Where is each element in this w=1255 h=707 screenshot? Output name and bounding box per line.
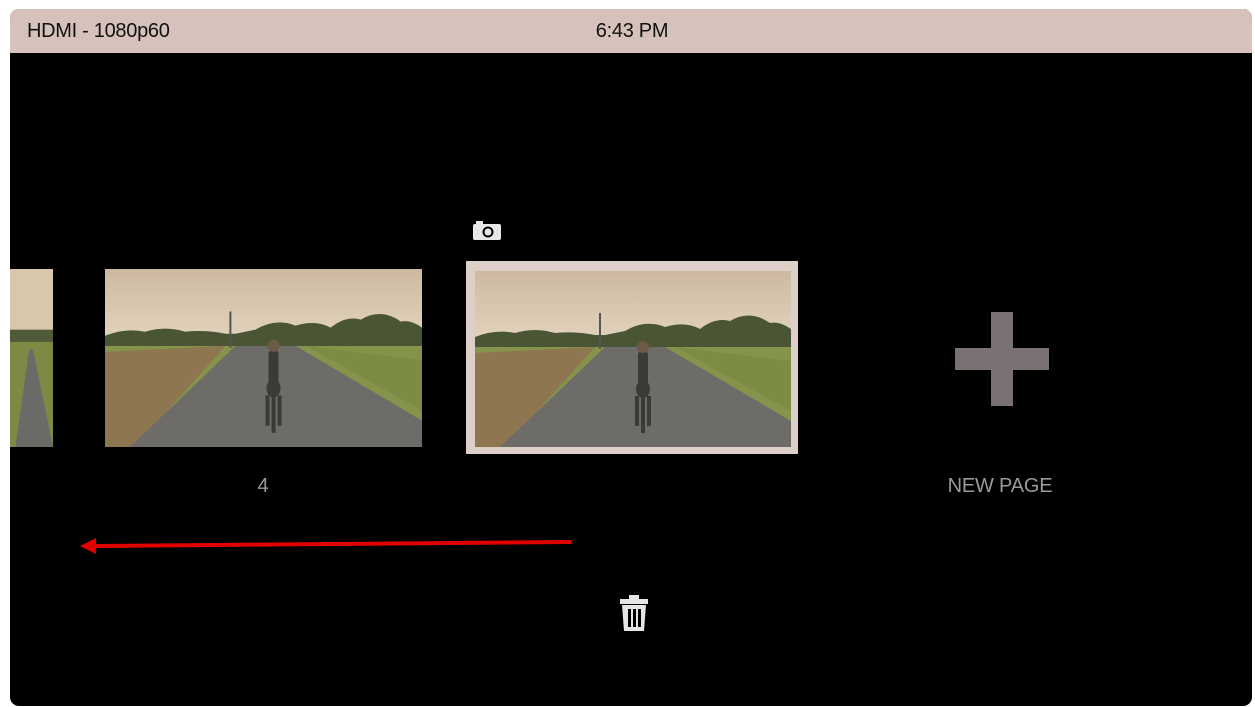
road-scene-image (105, 269, 422, 447)
camera-icon[interactable] (473, 221, 501, 240)
new-page-label: NEW PAGE (947, 475, 1053, 497)
road-scene-image (475, 271, 791, 447)
page-thumbnail-current[interactable] (475, 271, 791, 447)
page-number-label: 4 (257, 475, 269, 497)
input-format-label: HDMI - 1080p60 (27, 20, 170, 42)
monitor-screen: HDMI - 1080p60 6:43 PM 4 NEW PAGE (10, 9, 1252, 706)
new-page-button[interactable]: NEW PAGE (910, 299, 1090, 509)
clock-time: 6:43 PM (595, 20, 669, 42)
left-arrow-annotation (80, 538, 572, 554)
trash-icon[interactable] (618, 595, 650, 631)
plus-icon (955, 312, 1049, 406)
page-thumbnail-4[interactable] (105, 269, 422, 447)
page-thumbnail-previous[interactable] (10, 269, 53, 447)
road-scene-image (10, 269, 53, 447)
status-bar: HDMI - 1080p60 6:43 PM (10, 9, 1252, 53)
